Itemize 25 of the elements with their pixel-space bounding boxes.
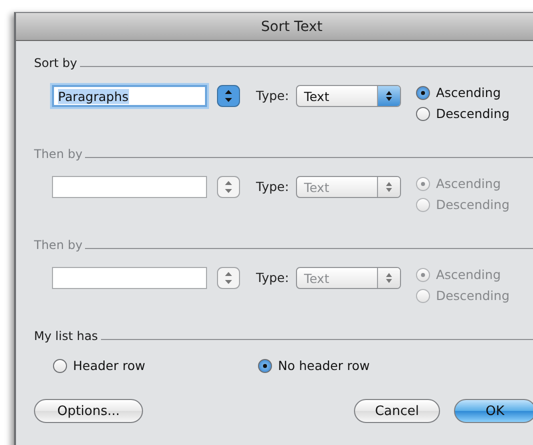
radio-button[interactable] xyxy=(258,358,272,372)
dialog-button[interactable]: Cancel xyxy=(354,399,440,423)
radio-button[interactable] xyxy=(416,86,430,100)
dialog-button[interactable]: Options... xyxy=(34,399,143,423)
section-label: Sort by xyxy=(34,56,78,70)
section-label: My list has xyxy=(34,329,98,343)
radio-button[interactable] xyxy=(416,106,430,120)
option-label[interactable]: Header row xyxy=(73,358,146,373)
combo-field[interactable]: Paragraphs xyxy=(52,85,207,107)
radio-button[interactable] xyxy=(53,358,67,372)
stepper-icon[interactable] xyxy=(217,85,240,107)
dialog-button[interactable]: OK xyxy=(454,399,533,423)
section-label: Then by xyxy=(34,147,82,161)
option-label[interactable]: Descending xyxy=(436,106,510,121)
option-label[interactable]: Ascending xyxy=(436,85,501,100)
type-label: Type: xyxy=(256,179,289,194)
section-label: Then by xyxy=(34,238,82,252)
up-down-arrows-icon xyxy=(384,181,393,193)
type-popup[interactable]: Text xyxy=(296,85,401,107)
type-label: Type: xyxy=(256,88,289,103)
type-label: Type: xyxy=(256,270,289,285)
up-down-arrows-icon xyxy=(384,272,393,284)
option-label[interactable]: No header row xyxy=(278,358,370,373)
up-down-arrows-icon xyxy=(384,90,393,102)
window-title: Sort Text xyxy=(261,18,322,34)
